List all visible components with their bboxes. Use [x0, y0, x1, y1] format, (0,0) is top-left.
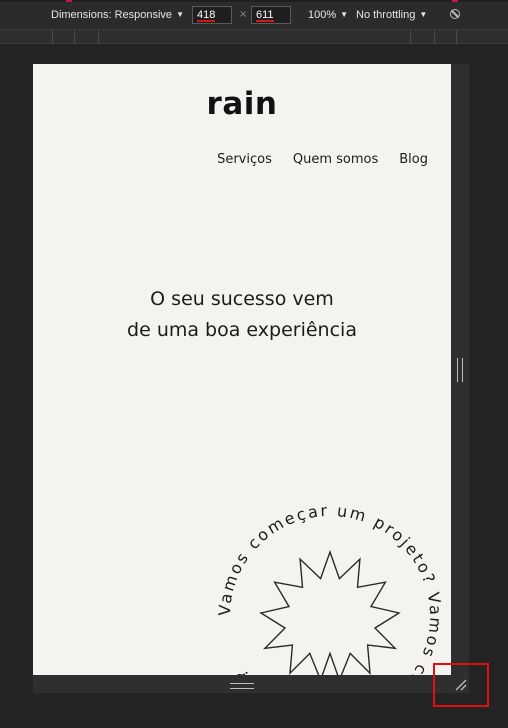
throttling-label: No throttling: [356, 9, 416, 21]
site-nav: Serviços Quem somos Blog: [217, 152, 428, 167]
hero-line-2: de uma boa experiência: [127, 319, 357, 341]
ruler-divider: [74, 30, 75, 44]
times-separator: ×: [239, 9, 248, 20]
hero-headline: O seu sucesso vem de uma boa experiência: [33, 284, 451, 346]
ruler-divider: [410, 30, 411, 44]
media-query-ruler[interactable]: [0, 30, 508, 44]
caret-down-icon: ▼: [419, 10, 428, 19]
ruler-divider: [98, 30, 99, 44]
zoom-label: 100%: [308, 9, 337, 21]
width-input[interactable]: 418: [192, 6, 232, 24]
zoom-dropdown[interactable]: 100% ▼: [308, 8, 348, 22]
resize-handle-bottom[interactable]: [230, 683, 254, 689]
site-logo[interactable]: rain: [33, 86, 451, 122]
corner-resize-grip-icon[interactable]: [454, 678, 468, 692]
circular-cta-textpath: Vamos começar um projeto? Vamos começar …: [215, 501, 443, 675]
circular-cta-text: Vamos começar um projeto? Vamos começar …: [215, 501, 445, 675]
tab-strip-edge: [0, 0, 508, 2]
nav-item-quem-somos[interactable]: Quem somos: [293, 152, 378, 167]
ruler-divider: [456, 30, 457, 44]
hero-line-1: O seu sucesso vem: [150, 288, 334, 310]
nav-item-servicos[interactable]: Serviços: [217, 152, 272, 167]
tab-indicator: [452, 0, 458, 2]
caret-down-icon: ▼: [340, 10, 349, 19]
resize-handle-right[interactable]: [457, 358, 463, 382]
dimensions-dropdown[interactable]: Dimensions: Responsive ▼: [51, 8, 184, 22]
dimensions-label: Dimensions: Responsive: [51, 9, 173, 21]
ruler-divider: [434, 30, 435, 44]
height-highlight: [256, 20, 274, 22]
caret-down-icon: ▼: [176, 10, 184, 19]
device-viewport: rain Serviços Quem somos Blog O seu suce…: [33, 64, 451, 675]
circular-cta-badge[interactable]: Vamos começar um projeto? Vamos começar …: [190, 476, 451, 675]
nav-item-blog[interactable]: Blog: [399, 152, 428, 167]
width-highlight: [197, 20, 215, 22]
height-input[interactable]: 611: [251, 6, 291, 24]
star-burst-icon: [259, 549, 401, 675]
devtools-device-toolbar: Dimensions: Responsive ▼ 418 × 611 100% ▼ …: [0, 0, 508, 30]
tab-indicator: [66, 0, 72, 2]
no-connection-icon[interactable]: [450, 9, 460, 19]
throttling-dropdown[interactable]: No throttling ▼: [356, 8, 427, 22]
ruler-divider: [52, 30, 53, 44]
